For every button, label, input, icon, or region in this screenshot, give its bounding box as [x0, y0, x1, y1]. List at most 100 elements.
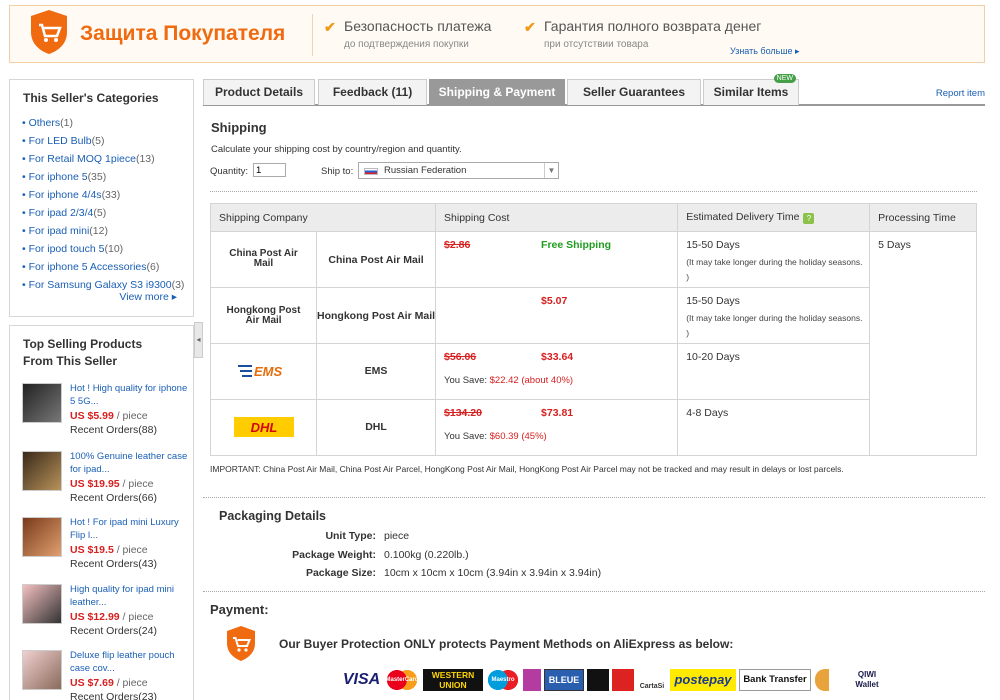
table-header: Shipping Company Shipping Cost Estimated…	[209, 203, 977, 232]
product-orders: Recent Orders(88)	[70, 424, 157, 436]
seller-categories-panel: This Seller's Categories • Others(1) • F…	[9, 79, 194, 317]
postepay-logo: postepay	[670, 669, 736, 691]
category-item[interactable]: • For iphone 5 Accessories(6)	[22, 258, 193, 276]
western-union-logo: WESTERN UNION	[423, 669, 483, 691]
top-selling-title: Top Selling Products From This Seller	[23, 337, 143, 368]
product-price: US $19.95 / piece	[70, 478, 154, 490]
product-item[interactable]: Hot ! For ipad mini Luxury Flip l... US …	[22, 516, 192, 576]
product-thumbnail[interactable]	[22, 584, 62, 624]
product-thumbnail[interactable]	[22, 383, 62, 423]
product-item[interactable]: High quality for ipad mini leather... US…	[22, 583, 192, 643]
you-save: You Save: $60.39 (45%)	[444, 431, 547, 442]
card-logo	[523, 669, 541, 691]
ems-logo: EMS	[210, 343, 317, 400]
check-icon: ✔	[524, 19, 536, 35]
header-shipping-company: Shipping Company	[209, 203, 437, 232]
chevron-down-icon[interactable]: ▼	[544, 163, 558, 178]
divider	[203, 591, 985, 592]
carrier-name: DHL	[315, 399, 437, 456]
carrier-name: EMS	[315, 343, 437, 400]
check-icon: ✔	[324, 19, 336, 35]
divider	[210, 191, 977, 192]
payment-title: Payment:	[210, 602, 269, 617]
delivery-time: 15-50 Days (It may take longer during th…	[677, 231, 871, 288]
category-item[interactable]: • For LED Bulb(5)	[22, 132, 193, 150]
tab-product-details[interactable]: Product Details	[203, 79, 315, 105]
shipping-table: Shipping Company Shipping Cost Estimated…	[209, 203, 977, 456]
product-name[interactable]: 100% Genuine leather case for ipad...	[70, 450, 195, 476]
product-orders: Recent Orders(43)	[70, 558, 157, 570]
mastercard-logo: MasterCard	[385, 669, 419, 691]
shipping-price: $73.81	[541, 407, 574, 419]
tab-shipping-payment[interactable]: Shipping & Payment	[429, 79, 565, 105]
product-name[interactable]: High quality for ipad mini leather...	[70, 583, 195, 609]
header-shipping-cost: Shipping Cost	[435, 203, 679, 232]
shipping-cost: $56.06 $33.64 You Save: $22.42 (about 40…	[435, 343, 679, 400]
table-row: China Post Air Mail China Post Air Mail …	[210, 231, 977, 456]
product-name[interactable]: Hot ! For ipad mini Luxury Flip l...	[70, 516, 195, 542]
report-item-link[interactable]: Report item	[936, 88, 985, 99]
shipping-important-note: IMPORTANT: China Post Air Mail, China Po…	[210, 464, 844, 474]
processing-time: 5 Days	[869, 231, 977, 456]
carrier-name: China Post Air Mail	[315, 231, 437, 288]
payment-note: Our Buyer Protection ONLY protects Payme…	[279, 637, 734, 651]
carte-bleue-logo: BLEUE	[544, 669, 584, 691]
category-item[interactable]: • For ipad 2/3/4(5)	[22, 204, 193, 222]
product-thumbnail[interactable]	[22, 517, 62, 557]
product-item[interactable]: 100% Genuine leather case for ipad... US…	[22, 450, 192, 510]
top-selling-panel: Top Selling Products From This Seller Ho…	[9, 325, 194, 700]
packaging-title: Packaging Details	[219, 509, 326, 523]
category-item[interactable]: • For ipod touch 5(10)	[22, 240, 193, 258]
categories-title: This Seller's Categories	[23, 91, 159, 105]
free-shipping-label: Free Shipping	[541, 239, 612, 251]
delivery-note: (It may take longer during the holiday s…	[686, 313, 863, 338]
packaging-size-value: 10cm x 10cm x 10cm (3.94in x 3.94in x 3.…	[384, 567, 602, 579]
product-thumbnail[interactable]	[22, 650, 62, 690]
collapse-sidebar-button[interactable]: ◂	[194, 322, 203, 358]
product-name[interactable]: Deluxe flip leather pouch case cov...	[70, 649, 195, 675]
ship-to-select[interactable]: Russian Federation ▼	[358, 162, 559, 179]
shipping-cost: $5.07	[435, 287, 679, 344]
packaging-weight-value: 0.100kg (0.220lb.)	[384, 549, 469, 561]
tab-similar-items[interactable]: Similar Items NEW	[703, 74, 799, 105]
original-price: $134.20	[444, 407, 482, 419]
china-post-logo: China Post Air Mail	[210, 231, 317, 288]
feature-subtitle: до подтверждения покупки	[344, 39, 469, 50]
product-item[interactable]: Deluxe flip leather pouch case cov... US…	[22, 649, 192, 700]
product-price: US $12.99 / piece	[70, 611, 154, 623]
category-item[interactable]: • For Retail MOQ 1piece(13)	[22, 150, 193, 168]
product-thumbnail[interactable]	[22, 451, 62, 491]
delivery-days: 4-8 Days	[686, 407, 729, 419]
you-save: You Save: $22.42 (about 40%)	[444, 375, 574, 386]
shipping-calc-text: Calculate your shipping cost by country/…	[211, 144, 462, 155]
packaging-unit-type-value: piece	[384, 530, 410, 542]
category-item[interactable]: • For iphone 4/4s(33)	[22, 186, 193, 204]
header-processing-time: Processing Time	[869, 203, 977, 232]
cartasi-logo: CartaSi	[639, 683, 665, 690]
category-item[interactable]: • For iphone 5(35)	[22, 168, 193, 186]
product-item[interactable]: Hot ! High quality for iphone 5 5G... US…	[22, 382, 192, 442]
original-price: $56.06	[444, 351, 477, 363]
product-name[interactable]: Hot ! High quality for iphone 5 5G...	[70, 382, 195, 408]
shipping-title: Shipping	[211, 120, 267, 135]
card-logo	[612, 669, 634, 691]
shipping-price: $33.64	[541, 351, 574, 363]
tab-seller-guarantees[interactable]: Seller Guarantees	[567, 79, 701, 105]
carrier-name: Hongkong Post Air Mail	[315, 287, 437, 344]
delivery-note: (It may take longer during the holiday s…	[686, 257, 863, 282]
product-price: US $19.5 / piece	[70, 544, 148, 556]
category-item[interactable]: • Others(1)	[22, 114, 193, 132]
view-more-link[interactable]: View more ▸	[119, 291, 177, 303]
help-icon[interactable]: ?	[803, 213, 815, 224]
learn-more-link[interactable]: Узнать больше ▸	[730, 46, 800, 57]
russia-flag-icon	[364, 168, 378, 175]
quantity-input[interactable]	[253, 163, 286, 177]
feature-subtitle: при отсутствии товара	[544, 39, 649, 50]
banner-divider	[312, 14, 313, 56]
svg-text:DHL: DHL	[250, 420, 277, 435]
category-item[interactable]: • For ipad mini(12)	[22, 222, 193, 240]
svg-text:EMS: EMS	[254, 364, 283, 379]
hongkong-post-logo: Hongkong Post Air Mail	[210, 287, 317, 344]
buyer-protection-banner: Защита Покупателя ✔ Безопасность платежа…	[9, 5, 985, 63]
tab-feedback[interactable]: Feedback (11)	[318, 79, 427, 105]
